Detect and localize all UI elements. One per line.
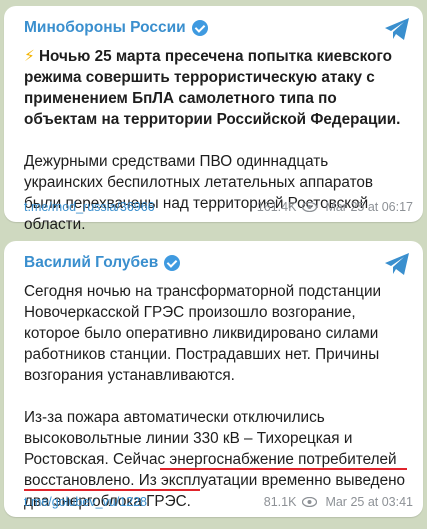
body-paragraph-1: Сегодня ночью на трансформаторной подста…: [24, 283, 382, 384]
message-footer: t.me/golubev_vu/1228 81.1K Mar 25 at 03:…: [24, 495, 413, 509]
post-link[interactable]: t.me/mod_russia/36966: [24, 200, 155, 214]
headline-text: ⚡ Ночью 25 марта пресечена попытка киевс…: [24, 46, 409, 130]
message-card-mod-russia: Минобороны России ⚡ Ночью 25 марта пресе…: [4, 6, 423, 233]
verified-badge-icon: [191, 20, 208, 36]
view-count: 161.4K: [256, 200, 297, 214]
telegram-share-icon[interactable]: [383, 251, 411, 277]
timestamp: Mar 25 at 03:41: [325, 495, 413, 509]
red-underline-annotation: [160, 468, 407, 470]
body-text: Дежурными средствами ПВО одиннадцать укр…: [24, 153, 374, 233]
eye-icon: [302, 202, 318, 212]
timestamp: Mar 25 at 06:17: [325, 200, 413, 214]
message-header: Василий Голубев: [24, 253, 409, 273]
eye-icon: [302, 497, 318, 507]
headline: Ночью 25 марта пресечена попытка киевско…: [24, 48, 401, 128]
message-card-golubev: Василий Голубев Сегодня ночью на трансфо…: [4, 241, 423, 517]
channel-name[interactable]: Василий Голубев: [24, 254, 158, 272]
post-link[interactable]: t.me/golubev_vu/1228: [24, 495, 147, 509]
view-count: 81.1K: [263, 495, 297, 509]
red-underline-annotation: [24, 489, 200, 491]
telegram-share-icon[interactable]: [383, 16, 411, 42]
lightning-emoji: ⚡: [24, 48, 35, 65]
message-header: Минобороны России: [24, 18, 409, 38]
message-footer: t.me/mod_russia/36966 161.4K Mar 25 at 0…: [24, 200, 413, 214]
channel-name[interactable]: Минобороны России: [24, 19, 186, 37]
verified-badge-icon: [164, 255, 181, 271]
